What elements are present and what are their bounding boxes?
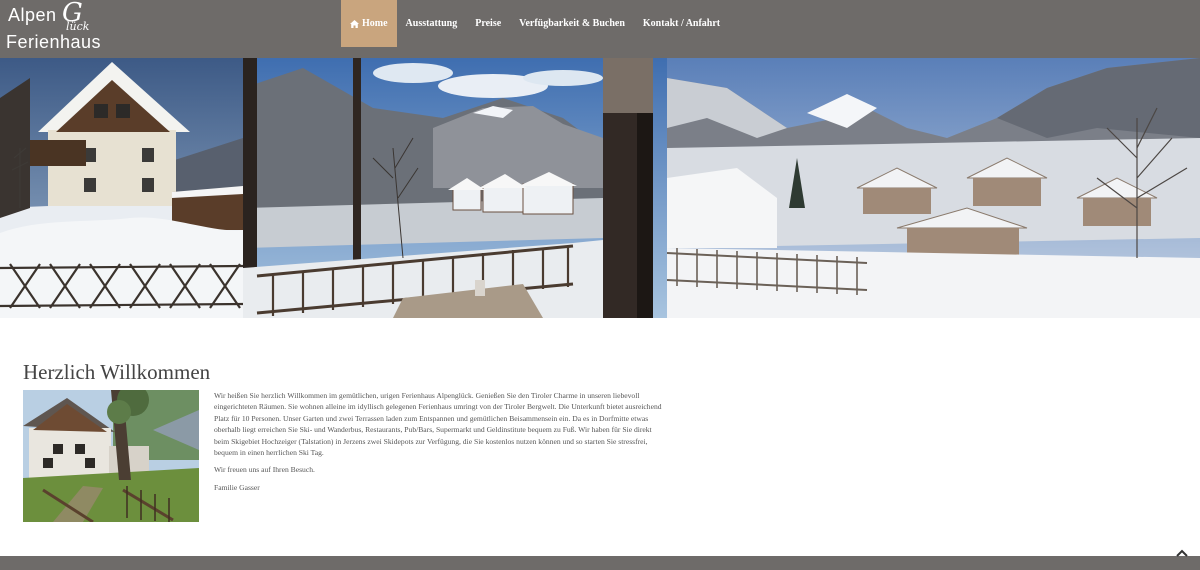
welcome-closing: Wir freuen uns auf Ihren Besuch. — [214, 465, 315, 475]
top-navbar: Alpen G lück Ferienhaus Home Ausstattung… — [0, 0, 1200, 58]
welcome-heading: Herzlich Willkommen — [23, 360, 211, 384]
nav-item-label: Verfügbarkeit & Buchen — [519, 18, 625, 29]
nav-item-kontakt[interactable]: Kontakt / Anfahrt — [634, 0, 729, 47]
nav-item-label: Ausstattung — [405, 18, 458, 29]
hero-photo-terrace — [243, 58, 667, 318]
welcome-paragraph: Wir heißen Sie herzlich Willkommen im ge… — [214, 391, 662, 458]
footer-bar — [0, 556, 1200, 570]
hero-photo-chalet — [0, 58, 243, 318]
nav-item-preise[interactable]: Preise — [466, 0, 510, 47]
site-logo[interactable]: Alpen G lück Ferienhaus — [6, 0, 106, 56]
hero-photo-village — [667, 58, 1200, 318]
main-nav: Home Ausstattung Preise Verfügbarkeit & … — [341, 0, 729, 47]
nav-item-label: Kontakt / Anfahrt — [642, 18, 721, 29]
nav-item-label: Preise — [475, 18, 502, 29]
welcome-photo-house — [23, 390, 199, 522]
chevron-up-icon[interactable] — [1176, 545, 1188, 557]
nav-item-verfuegbarkeit[interactable]: Verfügbarkeit & Buchen — [510, 0, 634, 47]
hero-image-strip — [0, 58, 1200, 318]
home-icon — [350, 19, 359, 28]
nav-item-home[interactable]: Home — [341, 0, 397, 47]
welcome-signature: Familie Gasser — [214, 482, 260, 492]
nav-item-ausstattung[interactable]: Ausstattung — [397, 0, 467, 47]
welcome-text: Wir heißen Sie herzlich Willkommen im ge… — [214, 390, 666, 499]
nav-item-label: Home — [362, 18, 388, 29]
